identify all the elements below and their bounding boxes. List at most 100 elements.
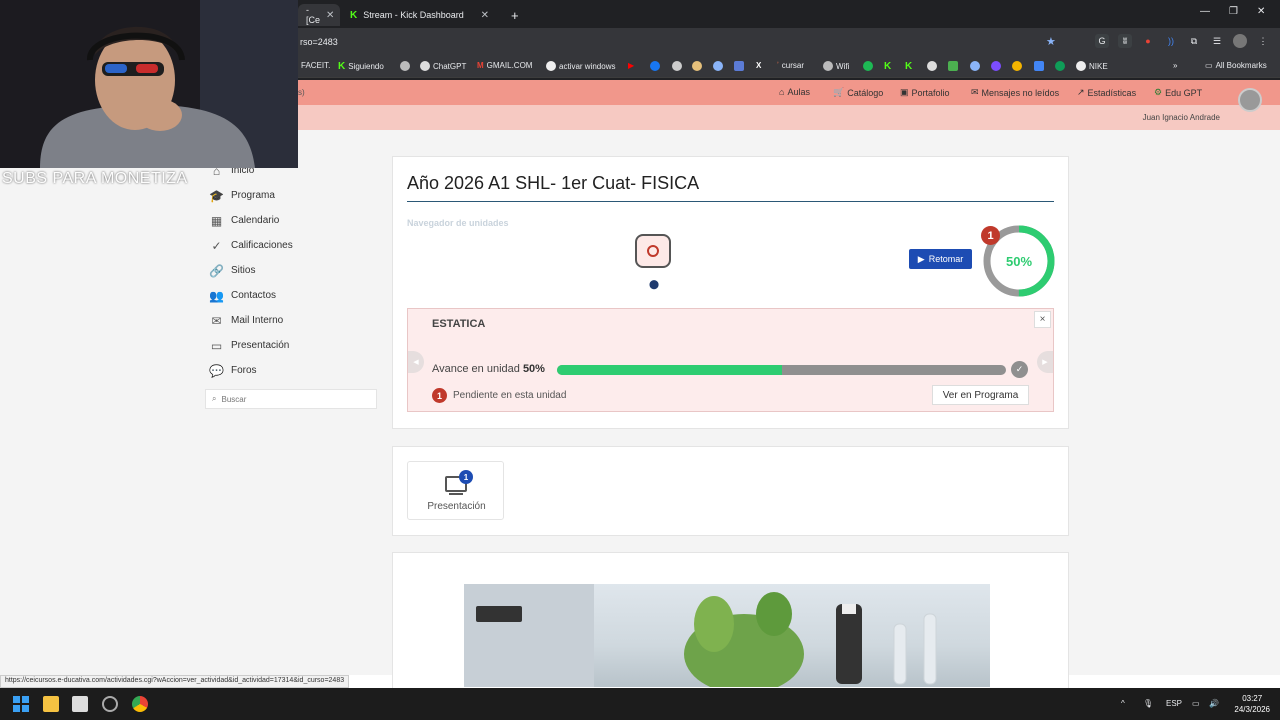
bookmark-misc[interactable] bbox=[713, 61, 723, 71]
system-clock[interactable]: 03:27 24/3/2026 bbox=[1234, 693, 1270, 715]
minimize-icon[interactable]: — bbox=[1200, 6, 1210, 17]
nav-label: Catálogo bbox=[847, 87, 884, 98]
user-name[interactable]: Juan Ignacio Andrade bbox=[1143, 113, 1220, 122]
windows-start-icon[interactable] bbox=[13, 696, 29, 712]
record-icon[interactable]: ● bbox=[1141, 34, 1155, 48]
progress-ring-label: 50% bbox=[1006, 254, 1032, 269]
bookmark-drive[interactable] bbox=[1055, 61, 1065, 71]
nav-estadisticas[interactable]: ↗ Estadísticas bbox=[1077, 87, 1136, 98]
nav-label: Portafolio bbox=[911, 87, 950, 98]
nav-portafolio[interactable]: ▣ Portafolio bbox=[900, 87, 950, 98]
nav-edu-gpt[interactable]: ⚙ Edu GPT bbox=[1154, 87, 1202, 98]
bookmark-siguiendo[interactable]: K Siguiendo bbox=[338, 61, 384, 72]
avatar[interactable] bbox=[1238, 88, 1262, 112]
file-explorer-icon[interactable] bbox=[43, 696, 59, 712]
sidebar-item-label: Calificaciones bbox=[231, 240, 293, 251]
next-unit-arrow-icon[interactable]: ▶ bbox=[1037, 351, 1053, 373]
bookmark-misc[interactable] bbox=[948, 61, 958, 71]
url-text[interactable]: rso=2483 bbox=[300, 37, 338, 47]
bookmark-faceit[interactable]: FACEIT. bbox=[301, 61, 330, 70]
youtube-icon: ▶ bbox=[628, 61, 635, 70]
bookmark-misc[interactable] bbox=[1012, 61, 1022, 71]
bookmark-kick[interactable]: K bbox=[884, 61, 891, 72]
nav-mensajes[interactable]: ✉ Mensajes no leídos bbox=[971, 87, 1059, 98]
comments-icon: 💬 bbox=[209, 363, 224, 378]
institution-icon: ⌂ bbox=[779, 87, 785, 97]
play-icon: ▶ bbox=[917, 253, 925, 264]
puzzle-icon[interactable]: ⧉ bbox=[1187, 34, 1201, 48]
topbar-fragment: s) bbox=[298, 88, 305, 97]
profile-icon[interactable] bbox=[1233, 34, 1247, 48]
webcam-overlay bbox=[0, 0, 298, 168]
bookmark-youtube[interactable]: ▶ bbox=[628, 61, 634, 70]
all-bookmarks[interactable]: ▭ All Bookmarks bbox=[1205, 61, 1267, 70]
tab-kick[interactable]: K Stream - Kick Dashboard ✕ bbox=[342, 4, 497, 26]
unit-navigator-label: Navegador de unidades bbox=[407, 218, 509, 228]
bookmark-misc[interactable] bbox=[927, 61, 937, 71]
bookmark-cursar[interactable]: ʼ cursar bbox=[777, 61, 804, 70]
nav-label: Edu GPT bbox=[1165, 87, 1203, 98]
store-icon[interactable] bbox=[72, 696, 88, 712]
bookmark-star-icon[interactable]: ★ bbox=[1046, 35, 1056, 48]
language-indicator[interactable]: ESP bbox=[1166, 699, 1182, 708]
bookmark-misc[interactable] bbox=[692, 61, 702, 71]
tab-close-icon[interactable]: ✕ bbox=[326, 10, 334, 21]
bookmark-misc[interactable] bbox=[734, 61, 744, 71]
menu-icon[interactable]: ⋮ bbox=[1256, 34, 1270, 48]
sidebar-item-sitios[interactable]: 🔗 Sitios bbox=[205, 258, 377, 283]
bookmark-nike[interactable]: NIKE bbox=[1076, 61, 1108, 71]
close-icon[interactable]: × bbox=[1034, 311, 1051, 328]
bookmark-kick[interactable]: K bbox=[905, 61, 912, 72]
sidebar-item-calendario[interactable]: ▦ Calendario bbox=[205, 208, 377, 233]
nav-catalogo[interactable]: 🛒 Catálogo bbox=[833, 87, 883, 98]
bookmark-misc[interactable] bbox=[991, 61, 1001, 71]
bookmark-gmail[interactable]: M GMAIL.COM bbox=[477, 61, 532, 70]
tab-close-icon[interactable]: ✕ bbox=[481, 10, 489, 21]
sidebar-item-programa[interactable]: 🎓 Programa bbox=[205, 183, 377, 208]
sidebar-search[interactable]: ⌕ Buscar bbox=[205, 389, 377, 409]
tab-search-icon[interactable]: ☰ bbox=[1210, 34, 1224, 48]
microphone-icon[interactable]: 🎙 bbox=[1143, 699, 1153, 708]
bookmarks-overflow[interactable]: » bbox=[1173, 61, 1177, 70]
extensions-area: G ʬ ● )) ⧉ ☰ ⋮ bbox=[1095, 34, 1270, 48]
bookmark-misc[interactable] bbox=[1034, 61, 1044, 71]
mail-icon: ✉ bbox=[211, 313, 222, 328]
sidebar-item-label: Presentación bbox=[231, 340, 290, 351]
extension-icon[interactable]: ʬ bbox=[1118, 34, 1132, 48]
sidebar-item-presentacion[interactable]: ▭ Presentación bbox=[205, 333, 377, 358]
bookmark-wifi[interactable]: Wifi bbox=[823, 61, 849, 71]
obs-icon[interactable] bbox=[102, 696, 118, 712]
bookmark-spotify[interactable] bbox=[863, 61, 873, 71]
wave-icon[interactable]: )) bbox=[1164, 34, 1178, 48]
app-icon bbox=[734, 61, 744, 71]
tray-chevron-icon[interactable]: ^ bbox=[1121, 699, 1125, 708]
prev-unit-arrow-icon[interactable]: ◀ bbox=[408, 351, 424, 373]
restore-icon[interactable]: ❐ bbox=[1229, 6, 1238, 17]
sidebar-item-mail-interno[interactable]: ✉ Mail Interno bbox=[205, 308, 377, 333]
presentacion-badge: 1 bbox=[459, 470, 473, 484]
bookmark-misc[interactable] bbox=[970, 61, 980, 71]
nav-aulas[interactable]: ⌂ Aulas bbox=[779, 87, 810, 97]
tab-active[interactable]: - [Ce ✕ bbox=[298, 4, 340, 26]
bookmark-facebook[interactable] bbox=[650, 61, 660, 71]
bookmark-chatgpt[interactable]: ChatGPT bbox=[420, 61, 466, 71]
volume-icon[interactable]: 🔊 bbox=[1209, 699, 1219, 708]
sidebar-item-calificaciones[interactable]: ✓ Calificaciones bbox=[205, 233, 377, 258]
bookmark-icon-only[interactable] bbox=[400, 61, 410, 71]
chrome-icon[interactable] bbox=[132, 696, 148, 712]
network-icon[interactable]: ▭ bbox=[1192, 699, 1200, 708]
nike-icon bbox=[1076, 61, 1086, 71]
bookmark-shield[interactable] bbox=[672, 61, 682, 71]
new-tab-button[interactable]: + bbox=[503, 4, 527, 26]
bookmark-x[interactable]: X bbox=[756, 61, 761, 70]
retomar-button[interactable]: ▶ Retomar bbox=[909, 249, 972, 269]
banner-card bbox=[392, 552, 1069, 692]
extension-g-icon[interactable]: G bbox=[1095, 34, 1109, 48]
sidebar-item-contactos[interactable]: 👥 Contactos bbox=[205, 283, 377, 308]
ver-en-programa-button[interactable]: Ver en Programa bbox=[932, 385, 1029, 405]
bookmark-activar-windows[interactable]: activar windows bbox=[546, 61, 615, 71]
sidebar-item-foros[interactable]: 💬 Foros bbox=[205, 358, 377, 383]
presentacion-tile[interactable]: 1 Presentación bbox=[407, 461, 504, 520]
close-window-icon[interactable]: ✕ bbox=[1257, 6, 1265, 17]
unit-node[interactable] bbox=[635, 234, 671, 268]
